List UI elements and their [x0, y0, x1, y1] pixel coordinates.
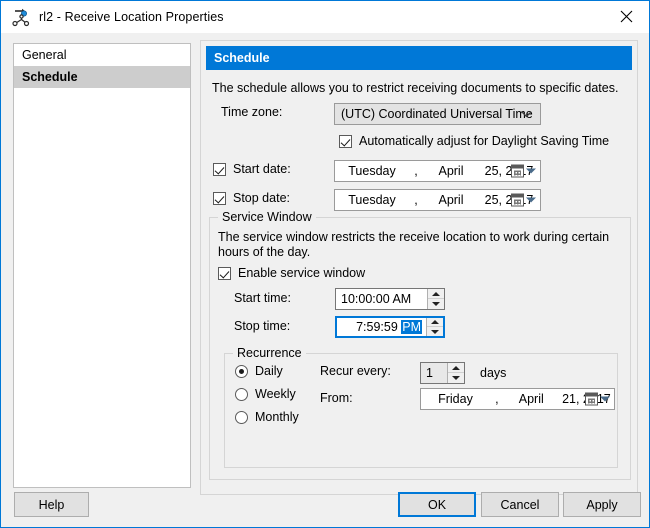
calendar-icon: [511, 193, 524, 207]
enable-service-window-label: Enable service window: [238, 266, 366, 280]
spinner-down-icon[interactable]: [428, 299, 444, 309]
calendar-icon: [511, 164, 524, 178]
start-date-dropdown-button[interactable]: [511, 164, 536, 178]
weekly-radio[interactable]: [235, 387, 248, 401]
timezone-value: (UTC) Coordinated Universal Time: [341, 107, 533, 121]
dst-label: Automatically adjust for Daylight Saving…: [359, 134, 610, 148]
dst-checkbox[interactable]: [339, 134, 352, 148]
recurrence-from-picker[interactable]: Friday , April 21, 2017: [420, 388, 615, 410]
recur-every-spinner[interactable]: [447, 363, 464, 383]
spinner-up-icon[interactable]: [427, 318, 443, 327]
start-date-checkbox[interactable]: [213, 162, 226, 176]
timezone-row: Time zone:: [221, 105, 336, 119]
help-button[interactable]: Help: [14, 492, 89, 517]
chevron-down-icon: [600, 396, 610, 402]
start-date-month[interactable]: April: [423, 164, 479, 178]
start-date-row[interactable]: Start date:: [213, 162, 291, 176]
start-time-spinner[interactable]: [427, 289, 444, 309]
spinner-up-icon[interactable]: [428, 289, 444, 299]
recur-every-input[interactable]: 1: [420, 362, 465, 384]
stop-time-spinner[interactable]: [426, 318, 443, 336]
page-nav-list[interactable]: General Schedule: [13, 43, 191, 488]
start-time-row: Start time:: [234, 291, 291, 305]
recur-every-label: Recur every:: [320, 364, 391, 378]
recurrence-title: Recurrence: [233, 346, 306, 360]
stop-date-row[interactable]: Stop date:: [213, 191, 290, 205]
service-window-description: The service window restricts the receive…: [218, 230, 610, 259]
recurrence-from-row: From:: [320, 391, 353, 405]
start-time-input[interactable]: 10:00:00 AM: [335, 288, 445, 310]
recurrence-group: Recurrence Daily Weekly Monthly Recur ev…: [224, 346, 618, 468]
start-date-picker[interactable]: Tuesday , April 25, 2017: [334, 160, 541, 182]
stop-time-value-prefix: 7:59:59: [356, 320, 402, 334]
start-time-value: 10:00:00 AM: [341, 292, 412, 306]
monthly-radio[interactable]: [235, 410, 248, 424]
ok-button[interactable]: OK: [398, 492, 476, 517]
panel-title: Schedule: [206, 46, 632, 70]
recurrence-from-dropdown-button[interactable]: [585, 392, 610, 406]
dialog-body: General Schedule Schedule The schedule a…: [1, 33, 649, 527]
recur-every-row: Recur every:: [320, 364, 391, 378]
enable-service-window-checkbox[interactable]: [218, 266, 231, 280]
stop-time-row: Stop time:: [234, 319, 290, 333]
stop-date-month[interactable]: April: [423, 193, 479, 207]
recurrence-from-day[interactable]: Friday: [421, 392, 490, 406]
receive-location-properties-dialog: rl2 - Receive Location Properties Genera…: [0, 0, 650, 528]
recur-every-unit: days: [480, 366, 507, 380]
cancel-button[interactable]: Cancel: [481, 492, 559, 517]
daily-label: Daily: [255, 364, 283, 378]
monthly-label: Monthly: [255, 410, 299, 424]
stop-time-input[interactable]: 7:59:59 PM: [335, 316, 445, 338]
panel-description: The schedule allows you to restrict rece…: [212, 81, 619, 95]
nav-item-general[interactable]: General: [14, 44, 190, 66]
stop-date-checkbox[interactable]: [213, 191, 226, 205]
spinner-down-icon[interactable]: [448, 373, 464, 383]
service-window-group: Service Window The service window restri…: [209, 210, 631, 480]
calendar-icon: [585, 392, 598, 406]
stop-date-picker[interactable]: Tuesday , April 25, 2017: [334, 189, 541, 211]
start-date-comma: ,: [414, 164, 418, 178]
window-title: rl2 - Receive Location Properties: [39, 10, 224, 24]
enable-service-window-row[interactable]: Enable service window: [218, 266, 365, 280]
recur-every-value: 1: [426, 366, 433, 380]
title-bar: rl2 - Receive Location Properties: [1, 1, 649, 33]
service-window-title: Service Window: [218, 210, 316, 224]
recurrence-option-monthly[interactable]: Monthly: [235, 410, 299, 424]
stop-date-label: Stop date:: [233, 191, 290, 205]
start-date-label: Start date:: [233, 162, 291, 176]
recurrence-option-weekly[interactable]: Weekly: [235, 387, 296, 401]
chevron-down-icon: [526, 168, 536, 174]
chevron-down-icon: [526, 197, 536, 203]
recurrence-from-month[interactable]: April: [504, 392, 559, 406]
weekly-label: Weekly: [255, 387, 296, 401]
dst-row[interactable]: Automatically adjust for Daylight Saving…: [339, 134, 609, 148]
close-icon[interactable]: [603, 1, 649, 32]
start-time-label: Start time:: [234, 291, 291, 305]
spinner-up-icon[interactable]: [448, 363, 464, 373]
apply-button[interactable]: Apply: [563, 492, 641, 517]
chevron-down-icon: [521, 107, 532, 121]
schedule-panel: Schedule The schedule allows you to rest…: [200, 40, 638, 495]
stop-time-value: 7:59:59 PM: [337, 320, 426, 334]
recurrence-from-label: From:: [320, 391, 353, 405]
timezone-select[interactable]: (UTC) Coordinated Universal Time: [334, 103, 541, 125]
recurrence-from-comma: ,: [495, 392, 499, 406]
timezone-label: Time zone:: [221, 105, 283, 119]
spinner-down-icon[interactable]: [427, 327, 443, 336]
daily-radio[interactable]: [235, 364, 248, 378]
start-date-day[interactable]: Tuesday: [335, 164, 409, 178]
stop-date-day[interactable]: Tuesday: [335, 193, 409, 207]
stop-date-comma: ,: [414, 193, 418, 207]
receive-location-icon: [11, 7, 31, 27]
nav-item-schedule[interactable]: Schedule: [14, 66, 190, 88]
stop-time-label: Stop time:: [234, 319, 291, 333]
recurrence-option-daily[interactable]: Daily: [235, 364, 283, 378]
stop-date-dropdown-button[interactable]: [511, 193, 536, 207]
stop-time-meridiem-selected[interactable]: PM: [401, 320, 422, 334]
